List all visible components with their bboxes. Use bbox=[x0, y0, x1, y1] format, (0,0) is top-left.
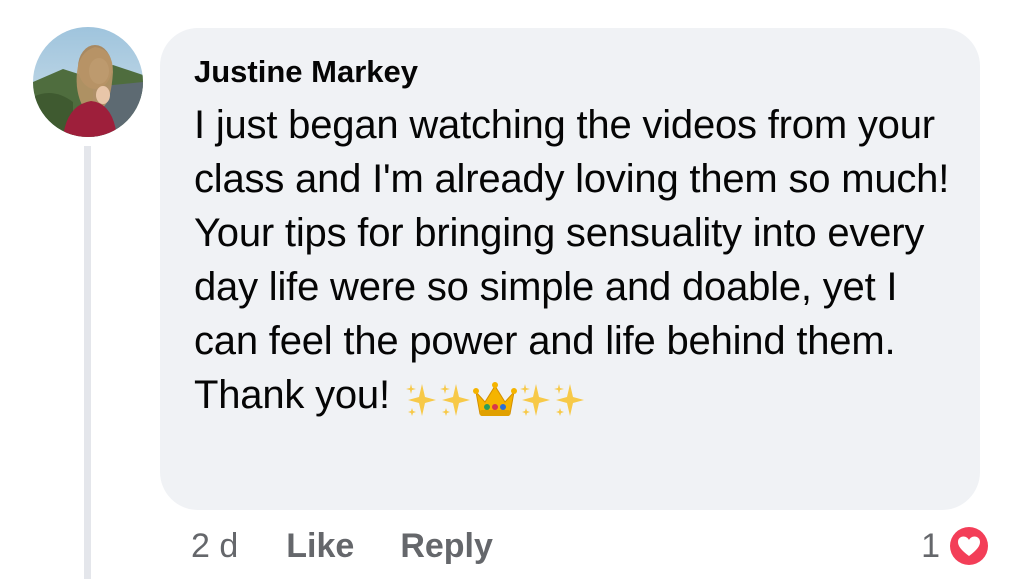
like-button[interactable]: Like bbox=[286, 527, 354, 566]
crown-icon bbox=[472, 381, 517, 416]
love-reaction-badge bbox=[946, 523, 992, 569]
comment-author[interactable]: Justine Markey bbox=[194, 52, 946, 92]
avatar-photo bbox=[33, 27, 143, 137]
sparkles-icon bbox=[405, 383, 436, 416]
sparkles-icon bbox=[519, 383, 550, 416]
comment-actions: 2 d Like Reply bbox=[191, 524, 539, 568]
sparkles-icon bbox=[553, 383, 584, 416]
comment-timestamp[interactable]: 2 d bbox=[191, 527, 238, 566]
reply-button[interactable]: Reply bbox=[400, 527, 493, 566]
love-icon bbox=[950, 527, 988, 565]
avatar[interactable] bbox=[33, 27, 143, 137]
reaction-count: 1 bbox=[921, 526, 940, 565]
comment-body: I just began watching the videos from yo… bbox=[194, 98, 954, 424]
thread-line bbox=[84, 146, 91, 579]
sparkles-icon bbox=[439, 383, 470, 416]
comment-bubble: Justine Markey I just began watching the… bbox=[160, 28, 980, 510]
reaction-summary[interactable]: 1 bbox=[921, 522, 992, 570]
emoji-group bbox=[404, 370, 586, 424]
